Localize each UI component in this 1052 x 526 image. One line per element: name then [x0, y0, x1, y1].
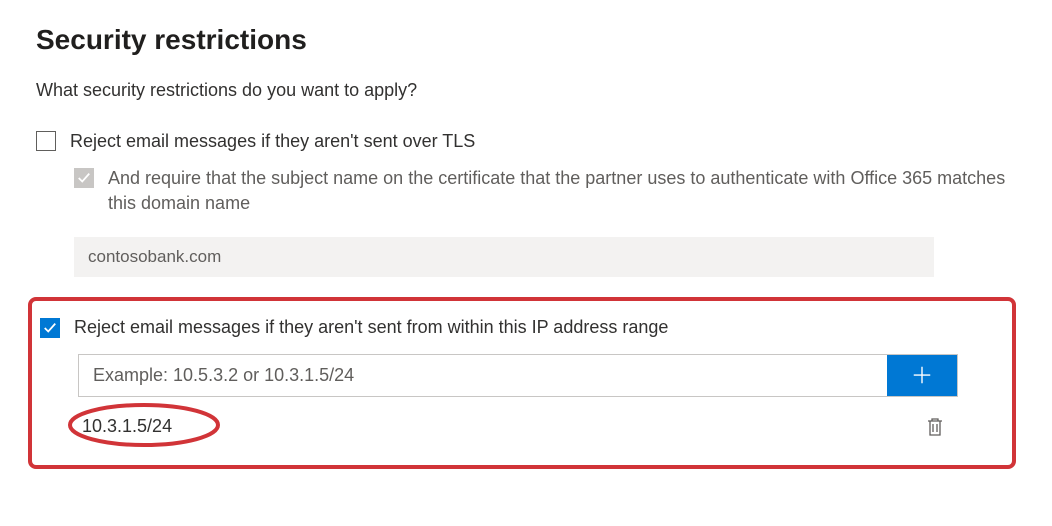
- tls-label: Reject email messages if they aren't sen…: [70, 129, 475, 154]
- checkmark-icon: [43, 321, 57, 335]
- tls-option-row: Reject email messages if they aren't sen…: [36, 129, 1016, 154]
- cert-subject-label: And require that the subject name on the…: [108, 166, 1016, 216]
- annotation-rectangle: Reject email messages if they aren't sen…: [28, 297, 1016, 469]
- cert-subject-option-row: And require that the subject name on the…: [74, 166, 1016, 216]
- ip-checkbox[interactable]: [40, 318, 60, 338]
- page-subtitle: What security restrictions do you want t…: [36, 80, 1016, 101]
- tls-sub-section: And require that the subject name on the…: [74, 166, 1016, 276]
- ip-address-input[interactable]: [79, 355, 887, 396]
- delete-ip-button[interactable]: [922, 413, 948, 441]
- add-ip-button[interactable]: [887, 355, 957, 396]
- plus-icon: [911, 364, 933, 386]
- page-title: Security restrictions: [36, 24, 1016, 56]
- checkmark-icon: [77, 171, 91, 185]
- ip-entry-row: 10.3.1.5/24: [78, 413, 958, 441]
- ip-input-row: [78, 354, 958, 397]
- tls-checkbox[interactable]: [36, 131, 56, 151]
- ip-option-row: Reject email messages if they aren't sen…: [40, 315, 994, 340]
- domain-name-input: [74, 237, 934, 277]
- ip-option-label: Reject email messages if they aren't sen…: [74, 315, 668, 340]
- ip-entry-value: 10.3.1.5/24: [78, 414, 176, 439]
- trash-icon: [926, 417, 944, 437]
- cert-subject-checkbox: [74, 168, 94, 188]
